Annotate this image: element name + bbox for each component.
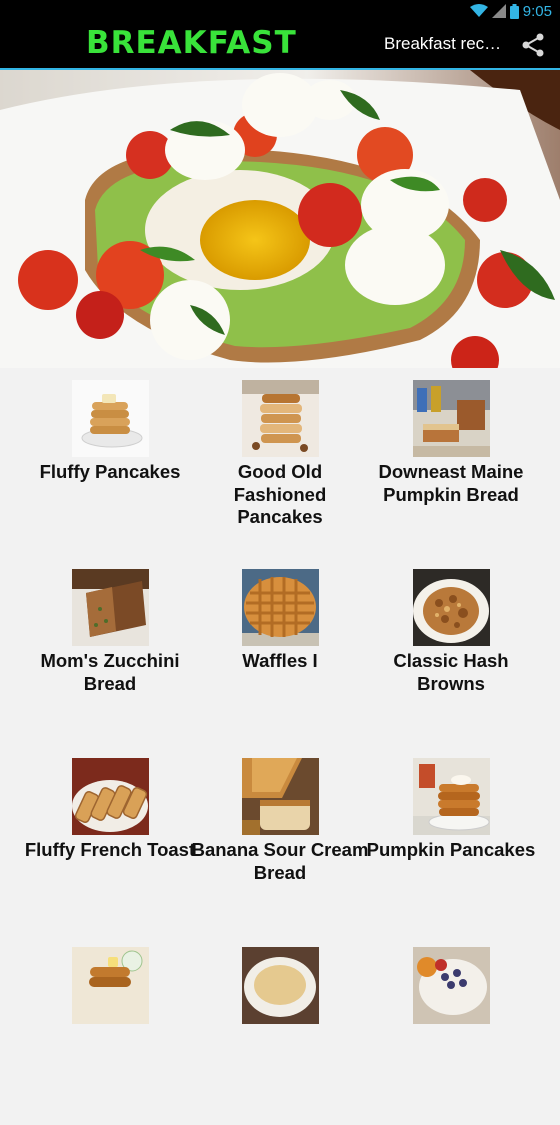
- recipe-thumbnail: [242, 569, 319, 646]
- recipe-thumbnail: [413, 758, 490, 835]
- recipe-tile[interactable]: Banana Sour Cream Bread: [190, 746, 370, 936]
- hero-image: [0, 70, 560, 368]
- recipe-thumbnail: [413, 380, 490, 457]
- recipe-thumbnail: [242, 380, 319, 457]
- recipe-title: Fluffy French Toast: [24, 839, 196, 860]
- recipe-thumbnail: [242, 758, 319, 835]
- recipe-title: Banana Sour Cream Bread: [191, 839, 369, 883]
- recipe-thumbnail: [242, 947, 319, 1024]
- share-button[interactable]: [518, 31, 548, 59]
- action-bar-title[interactable]: Breakfast rec…: [384, 34, 502, 54]
- recipe-tile[interactable]: Classic Hash Browns: [361, 557, 541, 747]
- recipe-tile[interactable]: [190, 935, 370, 1125]
- recipe-title: Classic Hash Browns: [393, 650, 509, 694]
- recipe-title: Waffles I: [242, 650, 318, 671]
- recipe-title: Downeast Maine Pumpkin Bread: [378, 461, 524, 505]
- clock-time: 9:05: [522, 2, 552, 20]
- recipe-grid: Fluffy Pancakes Good Old Fashioned Panca…: [0, 368, 560, 1024]
- recipe-tile[interactable]: [361, 935, 541, 1125]
- wifi-icon: [469, 4, 488, 18]
- recipe-thumbnail: [413, 947, 490, 1024]
- recipe-tile[interactable]: Waffles I: [190, 557, 370, 747]
- recipe-tile[interactable]: Pumpkin Pancakes: [361, 746, 541, 936]
- recipe-thumbnail: [72, 380, 149, 457]
- recipe-thumbnail: [413, 569, 490, 646]
- recipe-tile[interactable]: Mom's Zucchini Bread: [20, 557, 200, 747]
- recipe-title: Fluffy Pancakes: [39, 461, 181, 482]
- recipe-title: Good Old Fashioned Pancakes: [233, 461, 327, 527]
- recipe-title: Pumpkin Pancakes: [366, 839, 536, 860]
- recipe-thumbnail: [72, 947, 149, 1024]
- recipe-thumbnail: [72, 758, 149, 835]
- recipe-tile[interactable]: Fluffy Pancakes: [20, 368, 200, 558]
- app-logo: BREAKFAST: [86, 25, 297, 61]
- status-bar: 9:05: [0, 0, 560, 22]
- recipe-thumbnail: [72, 569, 149, 646]
- action-bar: BREAKFAST Breakfast rec…: [0, 22, 560, 70]
- share-icon: [522, 33, 544, 57]
- battery-icon: [509, 3, 519, 19]
- recipe-tile[interactable]: Fluffy French Toast: [20, 746, 200, 936]
- recipe-tile[interactable]: Good Old Fashioned Pancakes: [190, 368, 370, 558]
- signal-icon: [491, 4, 506, 18]
- recipe-tile[interactable]: [20, 935, 200, 1125]
- recipe-title: Mom's Zucchini Bread: [40, 650, 180, 694]
- recipe-tile[interactable]: Downeast Maine Pumpkin Bread: [361, 368, 541, 558]
